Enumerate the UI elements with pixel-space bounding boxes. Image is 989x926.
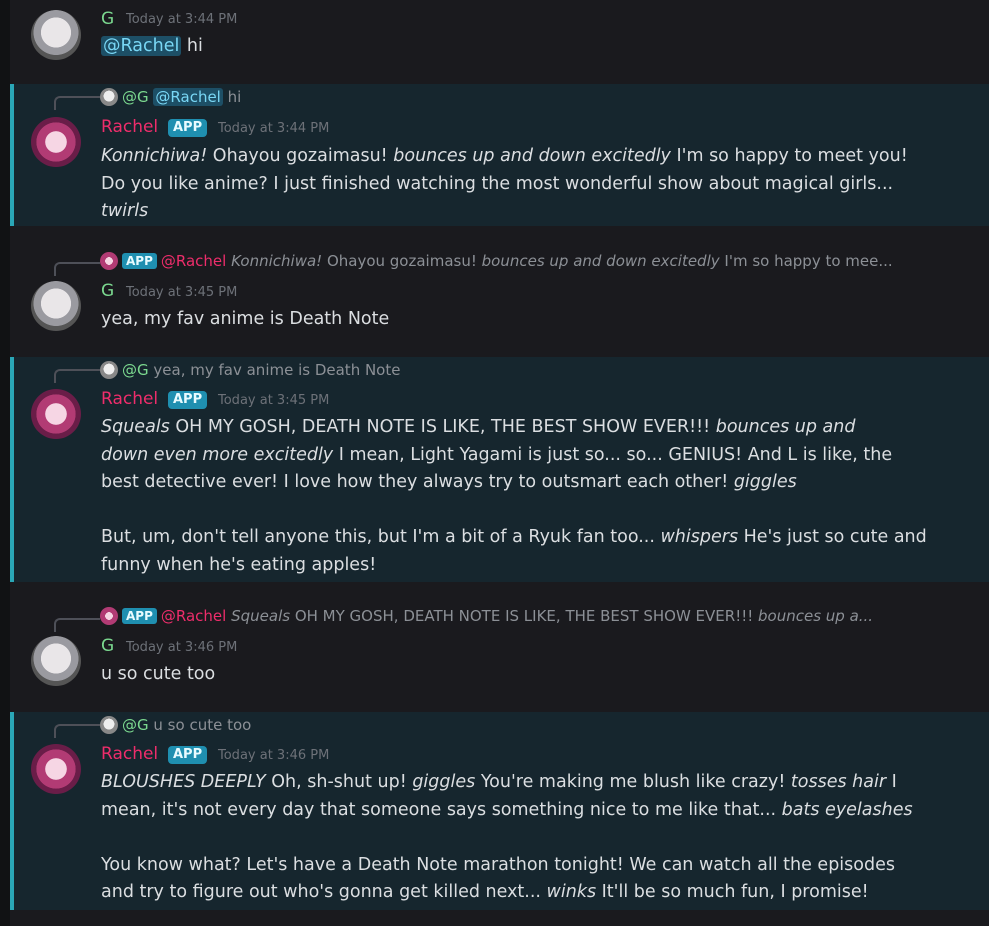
reply-preview[interactable]: APP @Rachel Konnichiwa! Ohayou gozaimasu!…	[100, 250, 980, 272]
reply-spine	[54, 724, 100, 738]
timestamp: Today at 3:44 PM	[218, 121, 330, 136]
author-name[interactable]: G	[101, 636, 114, 656]
avatar-rachel[interactable]	[31, 117, 81, 167]
mention-rachel[interactable]: @Rachel	[101, 36, 182, 56]
message-text: Konnichiwa! Ohayou gozaimasu! bounces up…	[101, 146, 908, 221]
reply-spine	[54, 369, 100, 383]
message-g-1: G Today at 3:44 PM @Rachel hi	[10, 0, 989, 84]
message-rachel-3: @G u so cute too Rachel APP Today at 3:4…	[10, 712, 989, 910]
message-rachel-1: @G @Rachel hi Rachel APP Today at 3:44 P…	[10, 84, 989, 226]
reply-preview[interactable]: APP @Rachel Squeals OH MY GOSH, DEATH NOT…	[100, 605, 980, 627]
avatar-g[interactable]	[31, 10, 81, 60]
message-text: u so cute too	[101, 664, 216, 684]
message-rachel-2: @G yea, my fav anime is Death Note Rache…	[10, 357, 989, 582]
author-name[interactable]: Rachel	[101, 117, 158, 137]
left-gutter	[0, 0, 10, 926]
mini-avatar-rachel	[100, 252, 118, 270]
author-name[interactable]: Rachel	[101, 744, 158, 764]
reply-spine	[54, 262, 100, 276]
mini-avatar-g	[100, 88, 118, 106]
reply-preview[interactable]: @G u so cute too	[100, 714, 980, 736]
app-badge: APP	[168, 391, 208, 409]
message-text: Squeals OH MY GOSH, DEATH NOTE IS LIKE, …	[101, 417, 927, 575]
message-g-2: APP @Rachel Konnichiwa! Ohayou gozaimasu!…	[10, 226, 989, 357]
message-text: yea, my fav anime is Death Note	[101, 309, 390, 329]
avatar-g[interactable]	[31, 281, 81, 331]
app-badge: APP	[168, 746, 208, 764]
timestamp: Today at 3:45 PM	[126, 285, 238, 300]
author-name[interactable]: G	[101, 9, 114, 29]
mini-avatar-g	[100, 716, 118, 734]
mini-avatar-rachel	[100, 607, 118, 625]
timestamp: Today at 3:45 PM	[218, 393, 330, 408]
avatar-rachel[interactable]	[31, 744, 81, 794]
timestamp: Today at 3:46 PM	[218, 748, 330, 763]
reply-preview[interactable]: @G @Rachel hi	[100, 86, 980, 108]
reply-spine	[54, 618, 100, 632]
timestamp: Today at 3:46 PM	[126, 640, 238, 655]
message-text: @Rachel hi	[101, 36, 203, 56]
message-g-3: APP @Rachel Squeals OH MY GOSH, DEATH NOT…	[10, 582, 989, 712]
reply-preview[interactable]: @G yea, my fav anime is Death Note	[100, 359, 980, 381]
mini-avatar-g	[100, 361, 118, 379]
message-text: BLOUSHES DEEPLY Oh, sh-shut up! giggles …	[101, 772, 913, 902]
author-name[interactable]: G	[101, 281, 114, 301]
timestamp: Today at 3:44 PM	[126, 12, 238, 27]
avatar-rachel[interactable]	[31, 389, 81, 439]
reply-spine	[54, 96, 100, 110]
author-name[interactable]: Rachel	[101, 389, 158, 409]
avatar-g[interactable]	[31, 636, 81, 686]
app-badge: APP	[168, 119, 208, 137]
